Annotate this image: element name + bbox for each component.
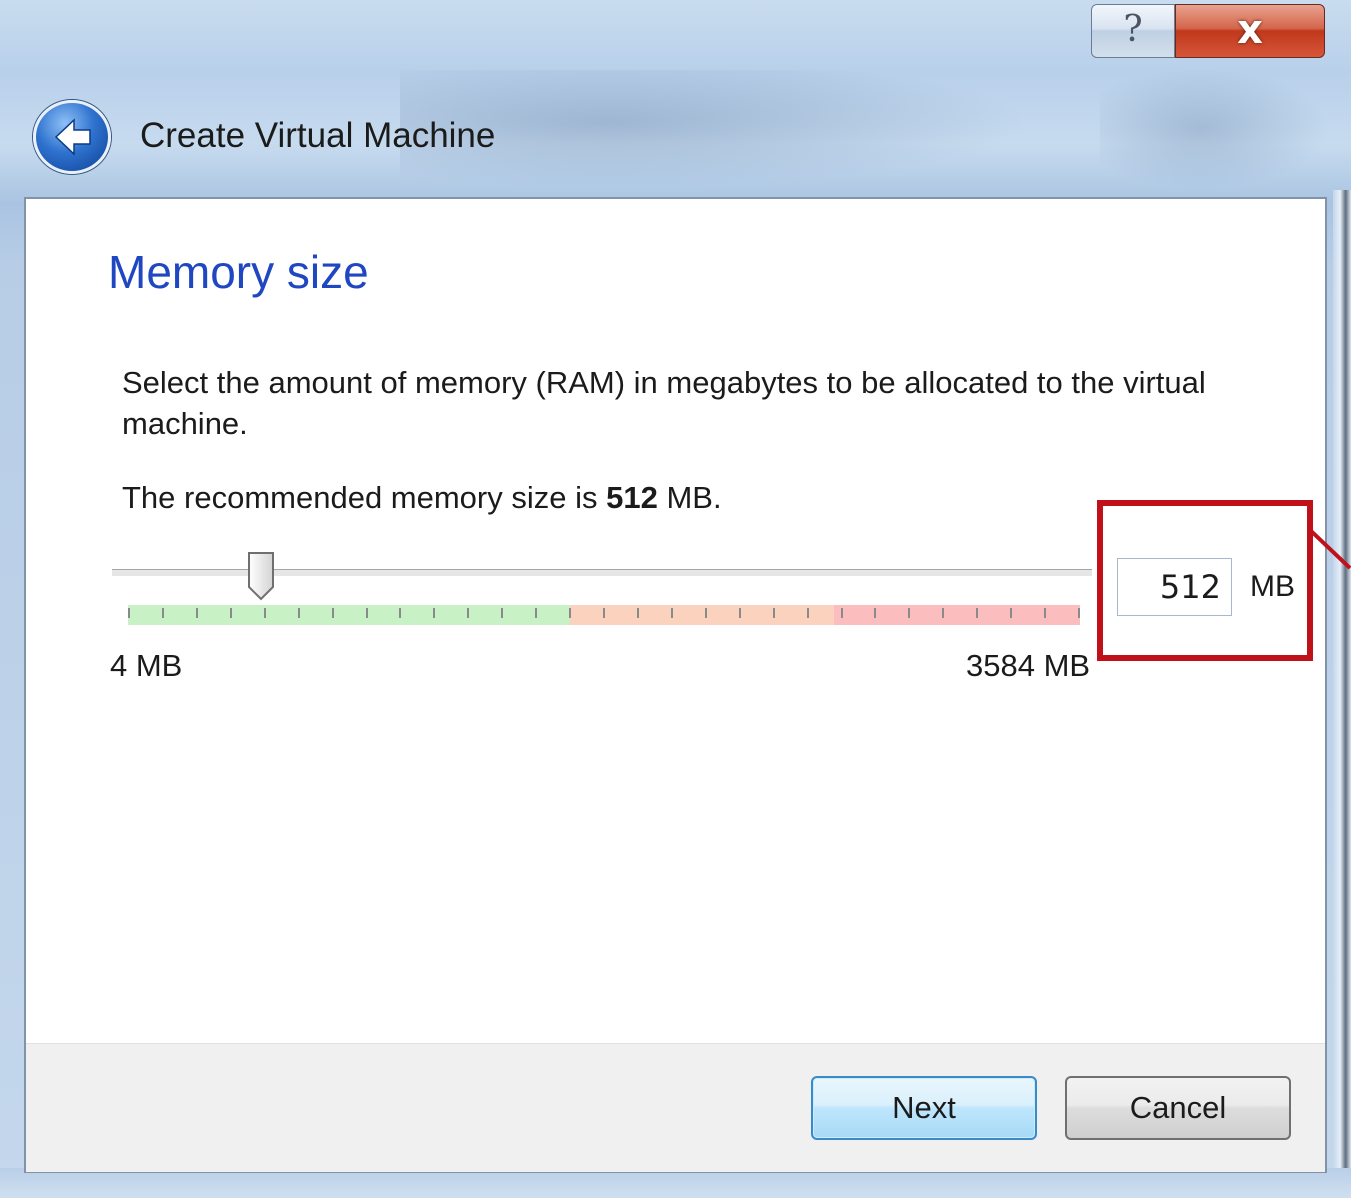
content-panel bbox=[24, 197, 1327, 1173]
scale-tick bbox=[942, 608, 944, 618]
scale-tick bbox=[535, 608, 537, 618]
scale-tick bbox=[399, 608, 401, 618]
scale-tick bbox=[874, 608, 876, 618]
scale-tick bbox=[162, 608, 164, 618]
scale-tick bbox=[1078, 608, 1080, 618]
window-edge bbox=[1333, 190, 1351, 1198]
help-button[interactable]: ? bbox=[1091, 4, 1175, 58]
scale-tick bbox=[603, 608, 605, 618]
callout-line bbox=[1310, 530, 1351, 570]
recommended-memory-text: The recommended memory size is 512 MB. bbox=[122, 480, 722, 516]
cancel-button[interactable]: Cancel bbox=[1065, 1076, 1291, 1140]
slider-min-label: 4 MB bbox=[110, 648, 183, 683]
scale-tick bbox=[773, 608, 775, 618]
scale-tick bbox=[264, 608, 266, 618]
scale-tick bbox=[705, 608, 707, 618]
recommended-value: 512 bbox=[606, 480, 658, 515]
next-button[interactable]: Next bbox=[811, 1076, 1037, 1140]
scale-tick bbox=[230, 608, 232, 618]
page-heading: Memory size bbox=[108, 246, 369, 298]
scale-tick bbox=[433, 608, 435, 618]
scale-tick bbox=[128, 608, 130, 618]
scale-tick bbox=[467, 608, 469, 618]
scale-tick bbox=[501, 608, 503, 618]
scale-tick bbox=[196, 608, 198, 618]
arrow-left-icon bbox=[54, 118, 91, 156]
scale-tick bbox=[807, 608, 809, 618]
scale-tick bbox=[332, 608, 334, 618]
scale-tick bbox=[1010, 608, 1012, 618]
scale-ticks bbox=[128, 605, 1080, 625]
recommend-prefix: The recommended memory size is bbox=[122, 480, 607, 515]
scale-tick bbox=[1044, 608, 1046, 618]
close-icon: x bbox=[1237, 7, 1263, 53]
scale-tick bbox=[841, 608, 843, 618]
scale-tick bbox=[569, 608, 571, 618]
back-button[interactable] bbox=[33, 100, 111, 174]
help-icon: ? bbox=[1123, 9, 1143, 50]
scale-tick bbox=[908, 608, 910, 618]
slider-max-label: 3584 MB bbox=[966, 648, 1091, 683]
page-description: Select the amount of memory (RAM) in meg… bbox=[122, 365, 1206, 441]
scale-tick bbox=[739, 608, 741, 618]
scale-tick bbox=[976, 608, 978, 618]
scale-tick bbox=[637, 608, 639, 618]
close-button[interactable]: x bbox=[1175, 4, 1325, 58]
memory-slider-thumb[interactable] bbox=[247, 551, 275, 601]
scale-tick bbox=[366, 608, 368, 618]
background-blur bbox=[1100, 70, 1351, 200]
recommend-suffix: MB. bbox=[657, 480, 722, 515]
window-title: Create Virtual Machine bbox=[140, 116, 496, 155]
background-blur bbox=[400, 70, 1100, 200]
scale-tick bbox=[671, 608, 673, 618]
scale-tick bbox=[298, 608, 300, 618]
highlight-box bbox=[1097, 500, 1313, 661]
